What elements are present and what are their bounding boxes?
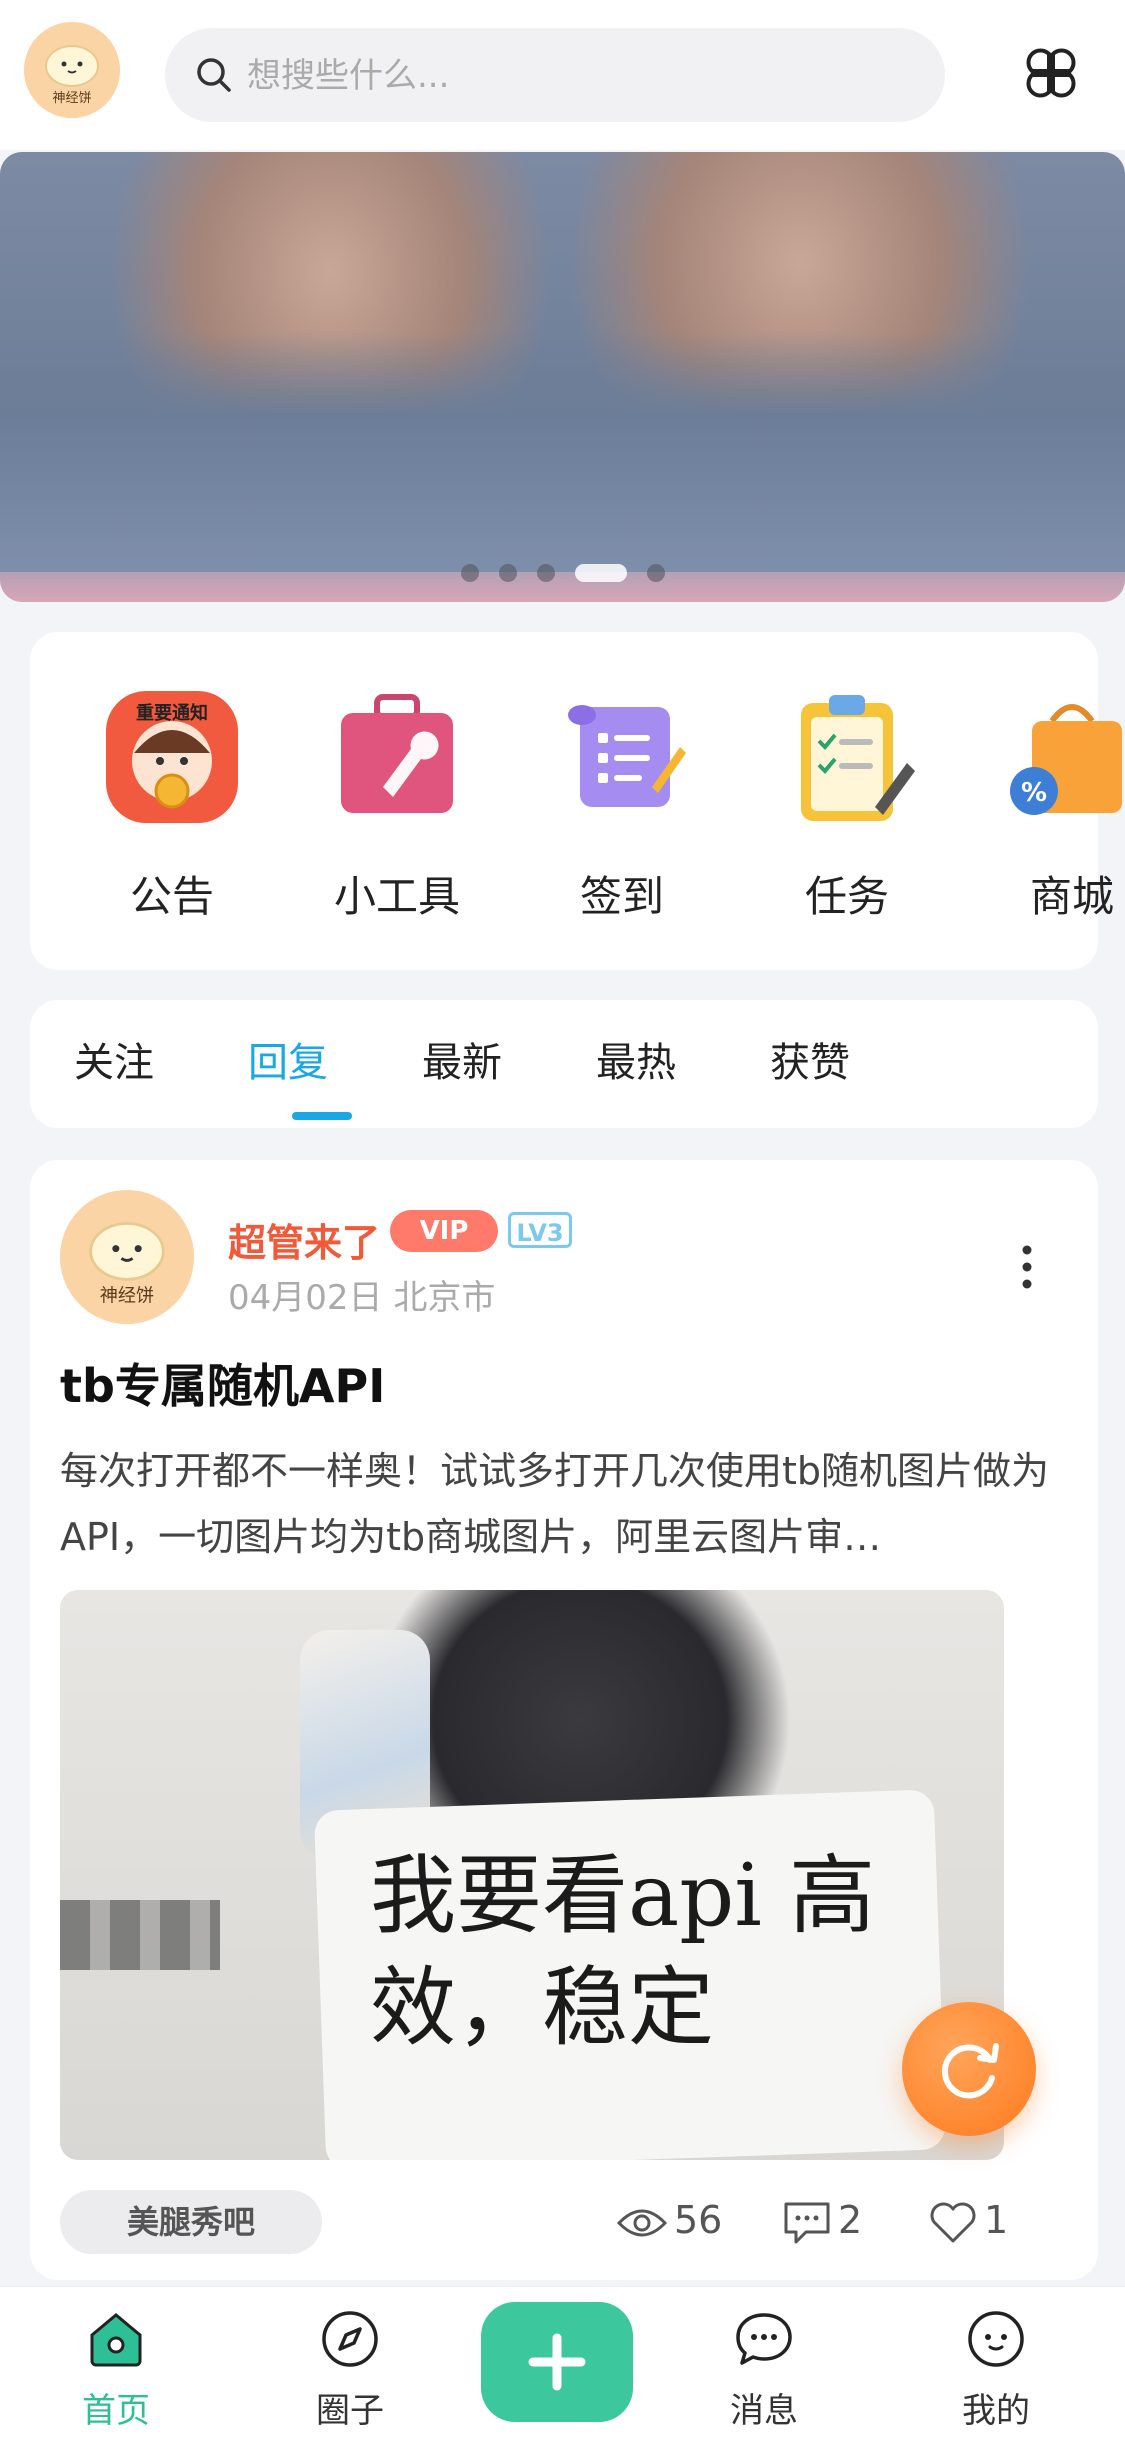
svg-text:神经饼: 神经饼 [52, 91, 91, 106]
tab-follow[interactable]: 关注 [74, 1030, 154, 1088]
eye-icon [616, 2209, 668, 2236]
carousel-dot[interactable] [498, 563, 517, 582]
apps-grid-icon[interactable] [1018, 40, 1084, 106]
avatar-bun-icon: 神经饼 [24, 22, 120, 118]
svg-text:%: % [1021, 778, 1047, 808]
vip-badge: VIP [390, 1210, 498, 1252]
carousel-dot[interactable] [646, 563, 665, 582]
nav-label: 首页 [82, 2391, 150, 2431]
svg-text:神经饼: 神经饼 [100, 1286, 154, 1307]
top-bar: 神经饼 [0, 0, 1125, 150]
home-icon [90, 2313, 142, 2367]
feature-task[interactable]: 任务 [757, 687, 937, 924]
shop-icon: % [1010, 704, 1122, 815]
plus-icon [528, 2333, 586, 2391]
refresh-button[interactable] [902, 2002, 1036, 2136]
like-count-value: 1 [984, 2198, 1009, 2242]
nav-messages[interactable]: 消息 [684, 2307, 844, 2432]
post-excerpt[interactable]: 每次打开都不一样奥！试试多打开几次使用tb随机图片做为API，一切图片均为tb商… [60, 1438, 1070, 1570]
like-count[interactable]: 1 [928, 2198, 1008, 2245]
image-background [60, 1900, 220, 1970]
svg-text:重要通知: 重要通知 [136, 702, 208, 724]
post-meta: 04月02日 北京市 [228, 1278, 496, 1318]
nav-label: 消息 [730, 2391, 798, 2431]
profile-icon [968, 2311, 1024, 2367]
author-name[interactable]: 超管来了 [228, 1212, 380, 1267]
search-input[interactable] [245, 28, 909, 124]
tab-hottest[interactable]: 最热 [596, 1030, 676, 1088]
image-sign-text: 我要看api 高效，稳定 [370, 1846, 876, 2058]
post-image[interactable]: 我要看api 高效，稳定 [60, 1590, 1004, 2160]
carousel-dot[interactable] [460, 563, 479, 582]
carousel-dot-active[interactable] [574, 563, 627, 582]
comment-count-value: 2 [838, 2198, 863, 2242]
notice-icon: 重要通知 [106, 691, 238, 823]
view-count-value: 56 [674, 2198, 723, 2242]
feature-label: 任务 [804, 872, 889, 921]
tab-reply[interactable]: 回复 [248, 1030, 328, 1088]
feature-tools[interactable]: 小工具 [307, 687, 487, 924]
feature-label: 公告 [129, 872, 214, 921]
feature-label: 商城 [1029, 872, 1114, 921]
view-count: 56 [616, 2198, 722, 2242]
comment-count[interactable]: 2 [782, 2198, 862, 2246]
tab-latest[interactable]: 最新 [422, 1030, 502, 1088]
search-icon [197, 58, 231, 92]
nav-profile[interactable]: 我的 [916, 2307, 1076, 2432]
tab-active-indicator [292, 1112, 352, 1120]
feature-shop[interactable]: % 商城 [982, 687, 1125, 924]
search-bar[interactable] [165, 28, 945, 124]
tab-liked[interactable]: 获赞 [770, 1030, 850, 1088]
level-badge: LV3 [508, 1212, 572, 1248]
task-icon [801, 695, 915, 821]
nav-home[interactable]: 首页 [36, 2307, 196, 2432]
comment-icon [784, 2202, 830, 2243]
avatar[interactable]: 神经饼 [24, 22, 120, 118]
nav-circle[interactable]: 圈子 [270, 2307, 430, 2432]
tools-icon [341, 694, 453, 813]
bottom-nav: 首页 圈子 消息 我的 [0, 2286, 1125, 2437]
banner-carousel[interactable] [0, 152, 1125, 602]
avatar-bun-icon: 神经饼 [60, 1190, 194, 1324]
more-options-icon[interactable] [1012, 1242, 1042, 1292]
carousel-indicator [0, 562, 1125, 586]
author-avatar[interactable]: 神经饼 [60, 1190, 194, 1324]
heart-icon [930, 2201, 976, 2242]
feature-label: 签到 [579, 872, 664, 921]
feature-grid: 重要通知 公告 小工具 签到 任务 % 商城 [30, 632, 1122, 970]
carousel-dot[interactable] [536, 563, 555, 582]
signin-icon [568, 705, 686, 807]
feed-tabs: 关注 回复 最新 最热 获赞 [30, 1000, 1098, 1128]
feature-signin[interactable]: 签到 [532, 687, 712, 924]
nav-label: 圈子 [316, 2391, 384, 2431]
feature-label: 小工具 [333, 872, 460, 921]
nav-label: 我的 [962, 2391, 1030, 2431]
banner-image [0, 332, 1125, 572]
message-icon [736, 2313, 792, 2365]
post-tag[interactable]: 美腿秀吧 [60, 2190, 322, 2254]
compass-icon [322, 2311, 378, 2367]
post-title[interactable]: tb专属随机API [60, 1350, 385, 1416]
refresh-icon [941, 2043, 999, 2099]
nav-add-button[interactable] [481, 2302, 633, 2422]
feature-notice[interactable]: 重要通知 公告 [82, 687, 262, 924]
